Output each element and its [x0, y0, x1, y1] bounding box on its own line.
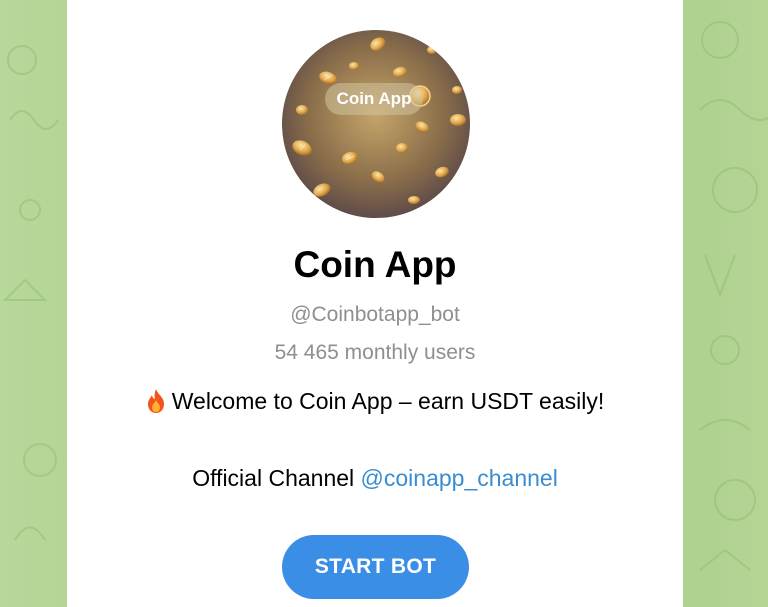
welcome-text: Welcome to Coin App – earn USDT easily! — [171, 388, 605, 414]
bot-name: Coin App — [293, 244, 457, 285]
fire-icon — [146, 388, 166, 414]
avatar-logo-text: Coin App — [325, 83, 423, 115]
bot-username[interactable]: @Coinbotapp_bot — [67, 303, 683, 327]
channel-link[interactable]: @coinapp_channel — [361, 465, 558, 491]
bot-info-card: Coin App Coin App @Coinbotapp_bot 54 465… — [67, 0, 683, 607]
start-bot-button[interactable]: START BOT — [282, 535, 469, 599]
monthly-users-count: 54 465 monthly users — [274, 341, 476, 364]
bot-description-line: Welcome to Coin App – earn USDT easily! — [67, 388, 683, 415]
bot-avatar: Coin App — [282, 30, 470, 218]
channel-prefix: Official Channel — [192, 465, 355, 491]
official-channel-line: Official Channel @coinapp_channel — [67, 465, 683, 492]
